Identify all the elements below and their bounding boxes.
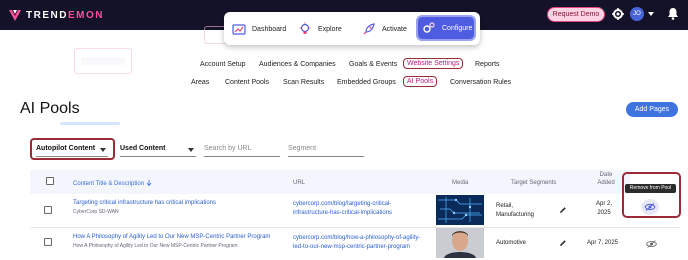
row-checkbox[interactable] bbox=[44, 206, 52, 214]
nav-goals-events[interactable]: Goals & Events bbox=[349, 61, 397, 68]
logo-text: TRENDEMON bbox=[26, 9, 104, 21]
search-url-input[interactable]: Search by URL bbox=[204, 141, 280, 157]
table-row: How A Philosophy of Agility Led to Our N… bbox=[30, 228, 680, 260]
nav-audiences-companies[interactable]: Audiences & Companies bbox=[259, 61, 336, 68]
highlight-placeholder bbox=[60, 122, 120, 125]
header-title[interactable]: Content Title & Description bbox=[73, 180, 152, 187]
nav-ai-pools[interactable]: AI Pools bbox=[402, 76, 438, 87]
chevron-down-icon bbox=[188, 148, 194, 152]
nav-areas[interactable]: Areas bbox=[191, 79, 209, 86]
logo[interactable]: TRENDEMON bbox=[8, 7, 104, 23]
eye-off-icon[interactable] bbox=[646, 240, 657, 248]
content-type-select[interactable]: Used Content bbox=[120, 141, 196, 157]
pool-type-select[interactable]: Autopilot Content bbox=[36, 141, 108, 157]
row-url[interactable]: cybercorp.com/blog/how-a-philosophy-of-a… bbox=[293, 234, 433, 252]
nav-reports[interactable]: Reports bbox=[475, 61, 500, 68]
menu-item-activate[interactable]: Activate bbox=[362, 19, 407, 39]
edit-icon[interactable] bbox=[559, 239, 567, 247]
menu-item-label: Activate bbox=[382, 25, 407, 33]
nav-account-setup[interactable]: Account Setup bbox=[200, 61, 246, 68]
chevron-down-icon bbox=[100, 148, 106, 152]
dashboard-icon bbox=[232, 24, 246, 35]
menu-item-label: Configure bbox=[442, 24, 473, 32]
main-menu: Dashboard Explore Activate Configure bbox=[224, 12, 480, 45]
edit-icon[interactable] bbox=[559, 206, 567, 214]
header-date-line1: Date bbox=[599, 172, 613, 178]
header-segments: Target Segments bbox=[511, 180, 557, 186]
select-all-checkbox[interactable] bbox=[46, 177, 54, 185]
request-demo-button[interactable]: Request Demo bbox=[547, 7, 605, 22]
gears-icon bbox=[423, 22, 435, 33]
remove-tooltip: Remove from Pool bbox=[625, 184, 676, 193]
highlight-placeholder bbox=[74, 48, 132, 74]
lightbulb-icon bbox=[299, 22, 311, 34]
eye-off-icon bbox=[644, 203, 656, 211]
menu-item-explore[interactable]: Explore bbox=[298, 19, 342, 39]
user-avatar[interactable]: JO bbox=[630, 7, 644, 21]
header-date-line2: Added bbox=[597, 180, 615, 186]
nav-embedded-groups[interactable]: Embedded Groups bbox=[337, 79, 396, 86]
add-pages-button[interactable]: Add Pages bbox=[626, 102, 678, 117]
settings-icon[interactable] bbox=[612, 8, 624, 20]
menu-item-dashboard[interactable]: Dashboard bbox=[232, 19, 286, 39]
row-segments: Retail, Manufacturing bbox=[496, 203, 535, 218]
row-checkbox[interactable] bbox=[44, 238, 52, 246]
bell-icon[interactable] bbox=[667, 7, 679, 20]
row-url[interactable]: cybercorp.com/blog/targeting-critical- i… bbox=[293, 200, 433, 218]
nav-conversation-rules[interactable]: Conversation Rules bbox=[450, 79, 511, 86]
rocket-icon bbox=[363, 23, 375, 35]
segment-input[interactable]: Segment bbox=[288, 141, 364, 157]
nav-content-pools[interactable]: Content Pools bbox=[225, 79, 269, 86]
search-placeholder: Search by URL bbox=[204, 145, 252, 152]
menu-item-configure[interactable]: Configure bbox=[416, 15, 476, 41]
row-subtitle: How A Philosophy of Agility Led to Our N… bbox=[73, 243, 238, 249]
page-title: AI Pools bbox=[20, 100, 80, 117]
row-date: Apr 2, 2025 bbox=[596, 201, 613, 216]
nav-scan-results[interactable]: Scan Results bbox=[283, 79, 324, 86]
nav-website-settings[interactable]: Website Settings bbox=[402, 58, 464, 69]
table-row: Targeting critical infrastructure has cr… bbox=[30, 194, 680, 228]
header-url: URL bbox=[293, 180, 306, 186]
logo-icon bbox=[9, 10, 21, 21]
circuit-board-image bbox=[436, 195, 484, 225]
pool-type-value: Autopilot Content bbox=[36, 145, 96, 152]
menu-item-label: Explore bbox=[318, 25, 342, 33]
row-title-link[interactable]: How A Philosophy of Agility Led to Our N… bbox=[73, 234, 270, 240]
content-type-value: Used Content bbox=[120, 145, 166, 152]
segment-placeholder: Segment bbox=[288, 145, 317, 152]
row-date: Apr 7, 2025 bbox=[587, 240, 619, 246]
row-segments: Automotive bbox=[496, 240, 527, 246]
header-media: Media bbox=[452, 180, 469, 186]
remove-from-pool-button[interactable] bbox=[641, 199, 659, 215]
row-subtitle: CyberCorp SD-WAN bbox=[73, 209, 119, 215]
portrait-image bbox=[436, 228, 484, 258]
arrow-down-icon bbox=[146, 180, 152, 187]
row-title-link[interactable]: Targeting critical infrastructure has cr… bbox=[73, 200, 216, 206]
chevron-down-icon[interactable] bbox=[648, 12, 654, 16]
menu-item-label: Dashboard bbox=[252, 25, 287, 33]
